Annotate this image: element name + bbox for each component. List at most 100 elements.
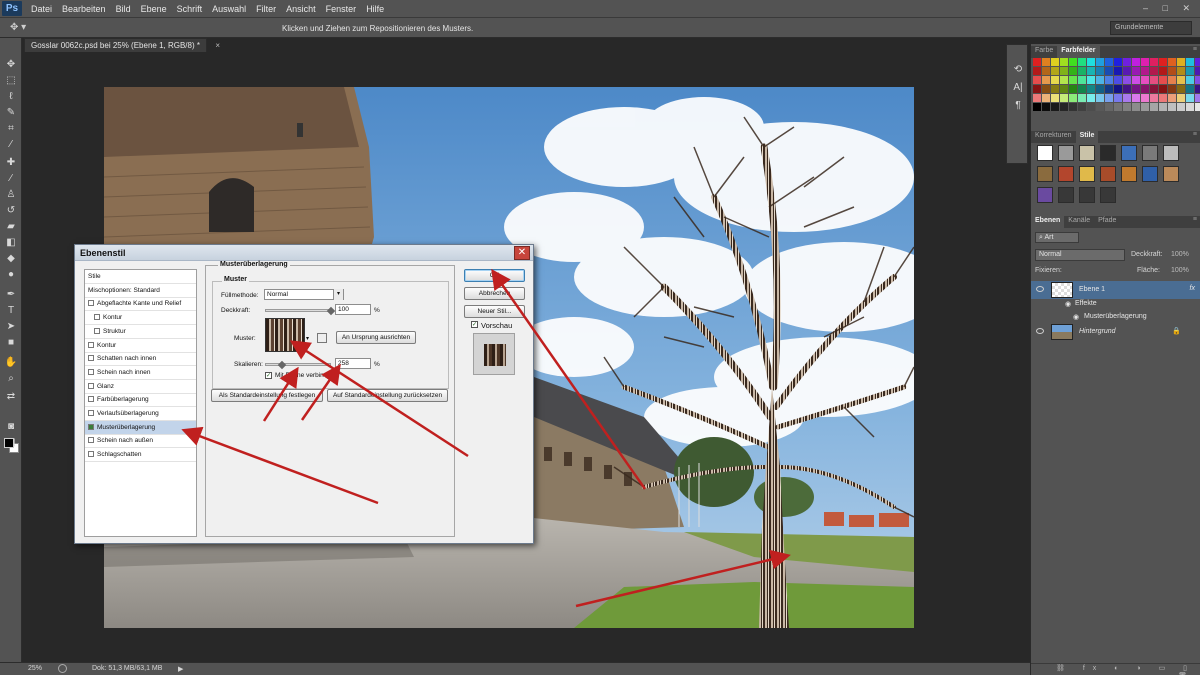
cancel-button[interactable]: Abbrechen bbox=[464, 287, 525, 300]
pattern-picker[interactable] bbox=[265, 318, 305, 352]
color-swatch[interactable] bbox=[1150, 67, 1158, 75]
color-swatch[interactable] bbox=[1195, 94, 1200, 102]
color-swatch[interactable] bbox=[1105, 85, 1113, 93]
crop-icon[interactable]: ⌗ bbox=[3, 122, 19, 136]
status-info-icon[interactable] bbox=[58, 664, 67, 673]
layer-opacity-value[interactable]: 100% bbox=[1171, 251, 1189, 258]
color-swatch[interactable] bbox=[1033, 76, 1041, 84]
layer-row-ebene-1[interactable]: Ebene 1 fx bbox=[1031, 281, 1200, 299]
color-swatch[interactable] bbox=[1033, 58, 1041, 66]
color-swatch[interactable] bbox=[1069, 67, 1077, 75]
style-checkbox[interactable] bbox=[88, 355, 94, 362]
color-swatch[interactable] bbox=[1051, 76, 1059, 84]
color-swatch[interactable] bbox=[1177, 94, 1185, 102]
color-swatch[interactable] bbox=[1051, 103, 1059, 111]
document-tab[interactable]: Gosslar 0062c.psd bei 25% (Ebene 1, RGB/… bbox=[24, 38, 220, 52]
layer-blend-mode[interactable]: Normal bbox=[1035, 249, 1125, 261]
color-swatch[interactable] bbox=[1132, 85, 1140, 93]
style-list-item[interactable]: Schein nach außen bbox=[85, 434, 196, 449]
color-swatch[interactable] bbox=[1150, 76, 1158, 84]
shape-icon[interactable]: ■ bbox=[3, 336, 19, 350]
style-checkbox[interactable] bbox=[94, 327, 100, 334]
workspace-select[interactable]: Grundelemente bbox=[1110, 21, 1192, 35]
style-list-item[interactable]: Verlaufsüberlagerung bbox=[85, 407, 196, 421]
close-icon[interactable]: ✕ bbox=[514, 246, 530, 260]
color-swatch[interactable] bbox=[1168, 76, 1176, 84]
color-swatch[interactable] bbox=[1069, 103, 1077, 111]
color-swatch[interactable] bbox=[1087, 85, 1095, 93]
color-swatch[interactable] bbox=[1186, 85, 1194, 93]
ok-button[interactable]: OK bbox=[464, 269, 525, 282]
color-swatch[interactable] bbox=[1096, 94, 1104, 102]
fx-icon[interactable]: fx bbox=[1190, 285, 1195, 292]
menu-filter[interactable]: Filter bbox=[251, 4, 281, 14]
menu-bild[interactable]: Bild bbox=[111, 4, 136, 14]
dodge-icon[interactable]: ● bbox=[3, 268, 19, 282]
color-swatch[interactable] bbox=[1051, 67, 1059, 75]
color-swatch[interactable] bbox=[1150, 103, 1158, 111]
color-swatch[interactable] bbox=[1177, 58, 1185, 66]
color-swatch[interactable] bbox=[1150, 85, 1158, 93]
menu-schrift[interactable]: Schrift bbox=[172, 4, 208, 14]
tab-styles[interactable]: Stile bbox=[1075, 131, 1099, 143]
color-swatch[interactable] bbox=[1069, 58, 1077, 66]
effects-eye-icon[interactable]: ◉ bbox=[1065, 300, 1071, 308]
gradient-icon[interactable]: ◧ bbox=[3, 236, 19, 250]
style-checkbox[interactable] bbox=[88, 410, 94, 416]
panel-menu-icon[interactable]: ≡ bbox=[1193, 216, 1197, 223]
style-preset[interactable] bbox=[1142, 166, 1158, 182]
color-swatch[interactable] bbox=[1042, 94, 1050, 102]
color-swatch[interactable] bbox=[1177, 85, 1185, 93]
color-swatch[interactable] bbox=[1186, 103, 1194, 111]
color-swatch[interactable] bbox=[1060, 103, 1068, 111]
color-swatch[interactable] bbox=[1042, 67, 1050, 75]
color-swatch[interactable] bbox=[1105, 94, 1113, 102]
preview-checkbox[interactable]: ✓ bbox=[471, 321, 478, 328]
color-swatch[interactable] bbox=[1195, 103, 1200, 111]
style-checkbox[interactable] bbox=[88, 368, 94, 375]
color-swatch[interactable] bbox=[1096, 103, 1104, 111]
style-list-item[interactable]: Schatten nach innen bbox=[85, 352, 196, 367]
color-swatch[interactable] bbox=[1177, 67, 1185, 75]
color-swatch[interactable] bbox=[1078, 103, 1086, 111]
new-style-button[interactable]: Neuer Stil... bbox=[464, 305, 525, 318]
color-swatch[interactable] bbox=[1195, 58, 1200, 66]
color-swatch[interactable] bbox=[1123, 85, 1131, 93]
eyedropper-icon[interactable]: ⁄ bbox=[3, 138, 19, 152]
zoom-level[interactable]: 25% bbox=[28, 665, 42, 672]
tab-layers[interactable]: Ebenen bbox=[1031, 216, 1065, 228]
style-checkbox[interactable] bbox=[88, 382, 94, 389]
color-swatch[interactable] bbox=[1105, 76, 1113, 84]
color-swatch[interactable] bbox=[1123, 67, 1131, 75]
menu-ansicht[interactable]: Ansicht bbox=[281, 4, 321, 14]
menu-ebene[interactable]: Ebene bbox=[136, 4, 172, 14]
healing-brush-icon[interactable]: ✚ bbox=[3, 156, 19, 170]
scale-input[interactable]: 258 bbox=[335, 358, 371, 369]
color-swatch[interactable] bbox=[1123, 94, 1131, 102]
blend-mode-select[interactable]: Normal ▾ bbox=[264, 289, 344, 300]
eye-icon[interactable] bbox=[1036, 328, 1044, 334]
eye-icon[interactable] bbox=[1036, 286, 1044, 292]
style-list-item[interactable]: Abgeflachte Kante und Relief bbox=[85, 297, 196, 312]
style-list-item[interactable]: Kontur bbox=[85, 311, 196, 326]
color-swatch[interactable] bbox=[1186, 67, 1194, 75]
color-swatch[interactable] bbox=[1042, 76, 1050, 84]
color-swatch[interactable] bbox=[1168, 94, 1176, 102]
type-icon[interactable]: T bbox=[3, 304, 19, 318]
color-swatch[interactable] bbox=[1105, 67, 1113, 75]
color-swatch[interactable] bbox=[1132, 103, 1140, 111]
color-swatch[interactable] bbox=[1051, 58, 1059, 66]
color-swatch[interactable] bbox=[1051, 85, 1059, 93]
style-checkbox[interactable] bbox=[88, 437, 94, 444]
color-swatch[interactable] bbox=[1060, 58, 1068, 66]
color-swatch[interactable] bbox=[1195, 76, 1200, 84]
menu-hilfe[interactable]: Hilfe bbox=[361, 4, 389, 14]
color-swatch[interactable] bbox=[1105, 103, 1113, 111]
layer-pattern-overlay-row[interactable]: ◉ Musterüberlagerung bbox=[1031, 311, 1200, 323]
color-swatch[interactable] bbox=[1159, 94, 1167, 102]
tab-swatches[interactable]: Farbfelder bbox=[1057, 46, 1100, 58]
history-icon[interactable]: ⟲ bbox=[1010, 63, 1026, 77]
color-swatch[interactable] bbox=[1060, 76, 1068, 84]
color-swatch[interactable] bbox=[1033, 94, 1041, 102]
color-swatch[interactable] bbox=[1033, 67, 1041, 75]
